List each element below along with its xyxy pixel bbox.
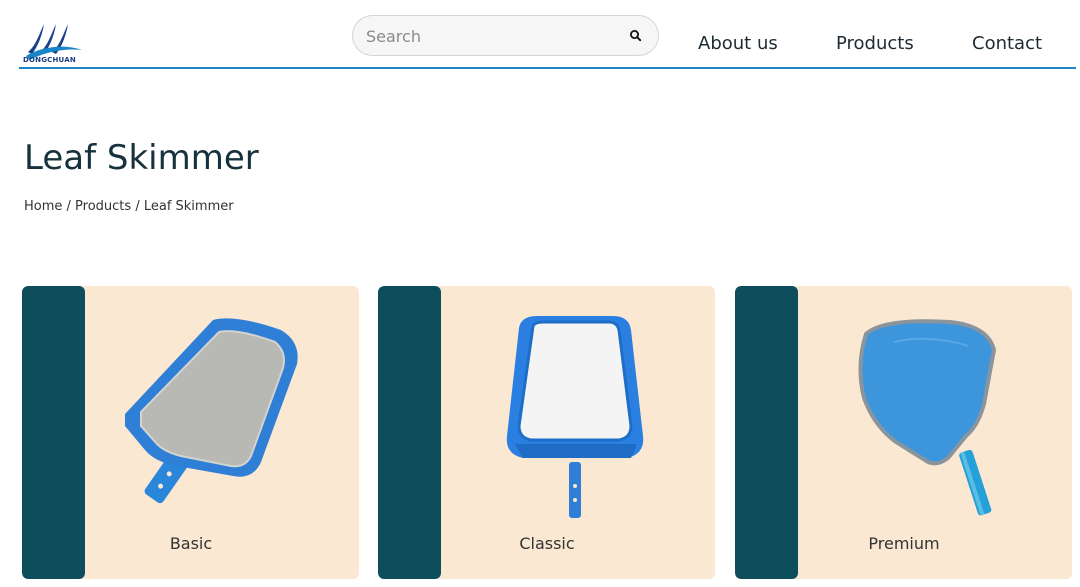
product-card-premium[interactable]: Premium [735,286,1072,579]
breadcrumb-separator: / [66,199,76,214]
skimmer-basic-image[interactable] [85,286,359,526]
header-divider [19,67,1076,69]
search-input[interactable] [366,25,616,47]
breadcrumb-separator: / [135,199,144,214]
search-icon[interactable] [627,27,645,45]
nav-products[interactable]: Products [836,33,914,54]
card-accent-bar [378,286,441,579]
site-header: DONGCHUAN About us Products Contact [0,0,1080,70]
skimmer-premium-image[interactable] [798,286,1072,526]
product-label: Classic [519,534,575,553]
search-box [352,15,659,56]
nav-contact[interactable]: Contact [972,33,1042,54]
product-label: Premium [868,534,940,553]
product-card-basic[interactable]: Basic [22,286,359,579]
brand-name: DONGCHUAN [23,56,76,64]
breadcrumb-current: Leaf Skimmer [143,199,234,214]
product-label: Basic [169,534,213,553]
card-accent-bar [22,286,85,579]
breadcrumb: Home / Products / Leaf Skimmer [24,199,234,214]
skimmer-classic-image[interactable] [441,286,715,526]
breadcrumb-products[interactable]: Products [75,199,131,214]
nav-about-us[interactable]: About us [698,33,778,54]
card-accent-bar [735,286,798,579]
product-card-classic[interactable]: Classic [378,286,715,579]
page-title: Leaf Skimmer [24,138,259,178]
breadcrumb-home[interactable]: Home [24,199,62,214]
